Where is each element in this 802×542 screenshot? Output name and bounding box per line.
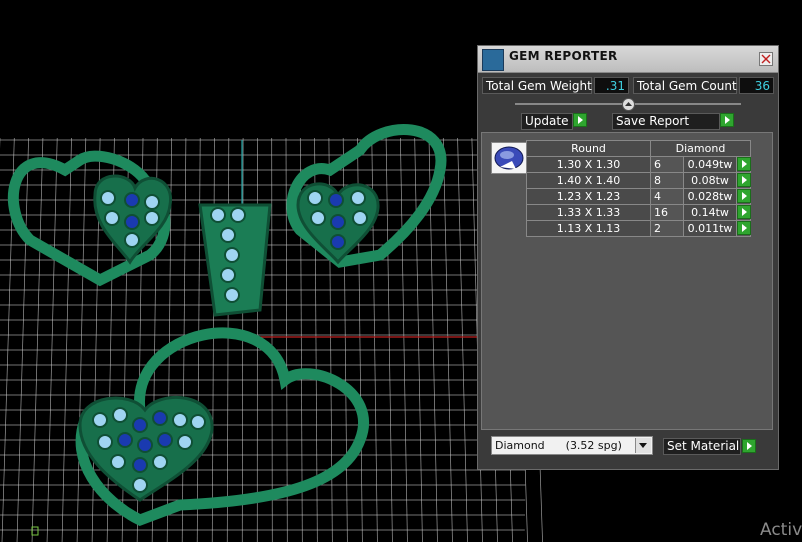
gem-stone [124,214,140,230]
gem-weight-cell: 0.14tw [683,204,737,221]
gem-count-cell: 4 [650,188,684,205]
gem-stone [132,417,148,433]
slider-knob[interactable] [622,98,635,111]
gem-weight-cell: 0.011tw [683,220,737,237]
close-icon[interactable] [759,52,773,66]
row-go-icon[interactable] [737,221,751,235]
row-go-cell[interactable] [736,188,751,205]
gem-stone [112,407,128,423]
gem-stone [220,267,236,283]
gem-stone [210,207,226,223]
row-go-cell[interactable] [736,204,751,221]
gem-reporter-panel: GEM REPORTER Total Gem Weight .31 Total … [477,45,779,470]
table-row[interactable]: 1.13 X 1.13 2 0.011tw [526,220,751,237]
gem-weight-cell: 0.08tw [683,172,737,189]
gem-stone [350,190,366,206]
gem-stone [352,210,368,226]
gem-weight-cell: 0.049tw [683,156,737,173]
update-go-icon[interactable] [573,113,587,127]
gem-size-cell: 1.23 X 1.23 [526,188,651,205]
gem-count-cell: 2 [650,220,684,237]
panel-title: GEM REPORTER [509,49,618,63]
gem-stone [132,457,148,473]
row-go-cell[interactable] [736,156,751,173]
gem-stone [110,454,126,470]
row-go-icon[interactable] [737,205,751,219]
panel-titlebar[interactable]: GEM REPORTER [478,46,778,73]
table-row[interactable]: 1.33 X 1.33 16 0.14tw [526,204,751,221]
set-material-button[interactable]: Set Material [663,438,741,455]
gem-reporter-icon [482,49,504,71]
total-gem-count-label: Total Gem Count [633,77,737,94]
material-select-value: Diamond (3.52 spg) [495,439,622,452]
axis-gizmo-icon [31,526,39,536]
gem-stone [124,232,140,248]
gem-stone [330,234,346,250]
total-gem-count-value: 36 [739,77,774,94]
total-gem-weight-label: Total Gem Weight [482,77,592,94]
gem-stone [190,414,206,430]
round-gem-thumbnail [491,142,527,174]
gem-stone [124,192,140,208]
row-go-icon[interactable] [737,157,751,171]
save-report-button[interactable]: Save Report [612,113,720,130]
total-gem-weight-value: .31 [594,77,629,94]
gem-stone [152,454,168,470]
shape-header: Round [526,140,651,157]
row-go-cell[interactable] [736,220,751,237]
row-go-icon[interactable] [737,189,751,203]
gem-stone [310,210,326,226]
gem-count-cell: 16 [650,204,684,221]
gem-stone [172,412,188,428]
gem-stone [137,437,153,453]
gem-stone [330,214,346,230]
gem-stone [132,477,148,493]
gem-weight-cell: 0.028tw [683,188,737,205]
gem-count-cell: 8 [650,172,684,189]
gem-size-cell: 1.33 X 1.33 [526,204,651,221]
jewelry-model[interactable] [7,124,447,526]
gem-stone [224,247,240,263]
gem-table: Round Diamond 1.30 X 1.30 6 0.049tw 1.40 X … [526,140,751,237]
gem-stone [230,207,246,223]
gem-size-cell: 1.13 X 1.13 [526,220,651,237]
gem-stone [97,434,113,450]
row-go-icon[interactable] [737,173,751,187]
material-select[interactable]: Diamond (3.52 spg) [491,436,653,455]
gem-stone [117,432,133,448]
gem-size-cell: 1.40 X 1.40 [526,172,651,189]
gem-stone [92,412,108,428]
activate-watermark: Activ [760,520,802,540]
gem-count-cell: 6 [650,156,684,173]
gem-stone [144,194,160,210]
row-go-cell[interactable] [736,172,751,189]
ground-grid [0,137,543,542]
chevron-down-icon[interactable] [635,438,651,453]
gem-stone [100,190,116,206]
gem-stone [157,432,173,448]
gem-size-cell: 1.30 X 1.30 [526,156,651,173]
table-row[interactable]: 1.23 X 1.23 4 0.028tw [526,188,751,205]
gem-stone [104,210,120,226]
gem-stone [144,210,160,226]
gem-stone [307,190,323,206]
gem-stone [328,192,344,208]
gem-list-area: Round Diamond 1.30 X 1.30 6 0.049tw 1.40 X … [481,132,773,430]
gem-stone [224,287,240,303]
table-row[interactable]: 1.40 X 1.40 8 0.08tw [526,172,751,189]
set-material-go-icon[interactable] [742,439,756,453]
table-row[interactable]: 1.30 X 1.30 6 0.049tw [526,156,751,173]
gem-stone [152,410,168,426]
gem-stone [177,434,193,450]
update-button[interactable]: Update [521,113,573,130]
save-report-go-icon[interactable] [720,113,734,127]
gem-stone [220,227,236,243]
material-header: Diamond [650,140,751,157]
